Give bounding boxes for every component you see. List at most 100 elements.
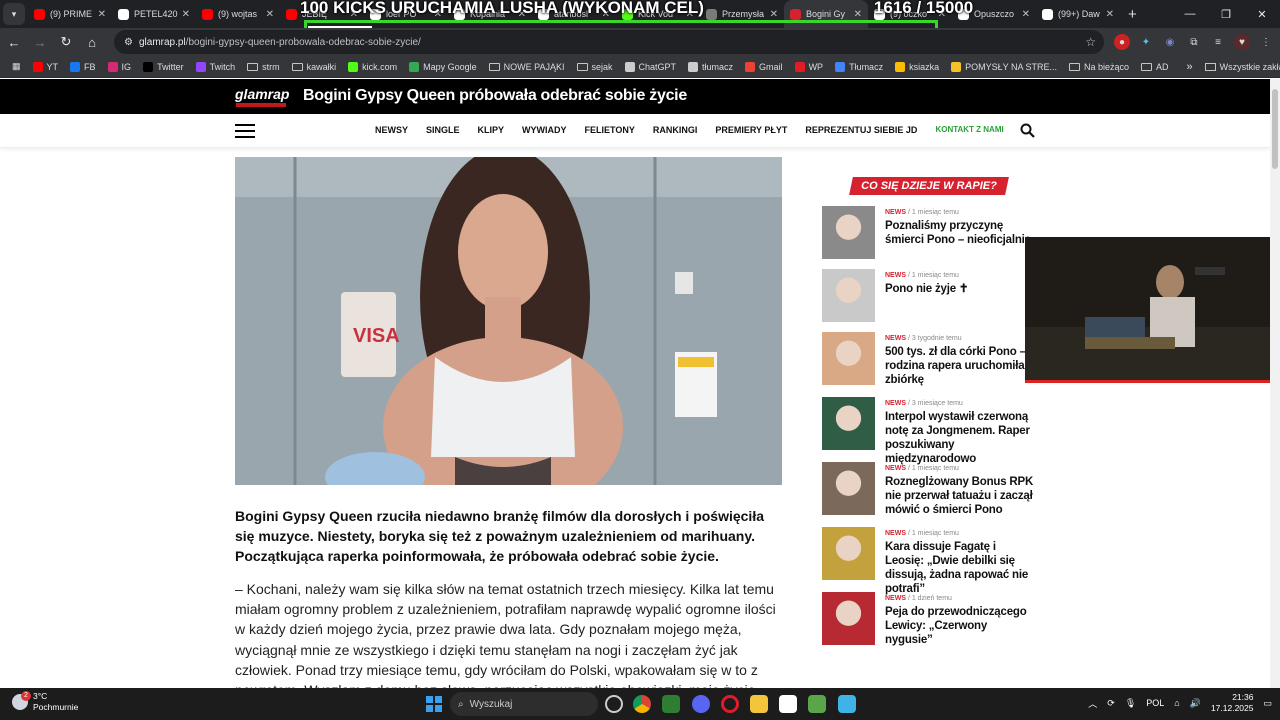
app-icon[interactable] [808,695,826,713]
nav-item[interactable]: KLIPY [478,125,505,135]
news-title[interactable]: Pono nie żyje ✝ [885,282,1035,296]
record-extension-icon[interactable]: ● [1114,34,1130,50]
news-title[interactable]: Rozneglżowany Bonus RPK nie przerwał tat… [885,475,1035,517]
nav-item[interactable]: WYWIADY [522,125,567,135]
bookmark-item[interactable]: Twitch [190,61,242,72]
address-bar[interactable]: ⚙ glamrap.pl/bogini-gypsy-queen-probowal… [114,30,1104,54]
extension-icon[interactable]: ◉ [1162,34,1178,50]
news-category[interactable]: NEWS [885,595,906,602]
bookmarks-overflow-icon[interactable]: » [1175,61,1205,73]
nav-item[interactable]: FELIETONY [585,125,635,135]
bookmark-item[interactable]: POMYSŁY NA STRE... [945,61,1063,72]
news-thumbnail[interactable] [822,462,875,515]
network-icon[interactable]: ⌂ [1174,698,1179,708]
clock[interactable]: 21:36 17.12.2025 [1211,692,1254,714]
browser-tab[interactable]: (99+) Daw ✕ [1036,0,1120,28]
nav-item[interactable]: REPREZENTUJ SIEBIE JD [805,125,917,135]
microphone-icon[interactable]: 🎙 [1125,698,1136,709]
news-title[interactable]: Poznaliśmy przyczynę śmierci Pono – nieo… [885,219,1035,247]
news-thumbnail[interactable] [822,527,875,580]
bookmark-item[interactable]: ChatGPT [619,61,683,72]
news-title[interactable]: Kara dissuje Fagatę i Leosię: „Dwie debi… [885,540,1035,596]
browser-tab[interactable]: (9) wojtas ✕ [196,0,280,28]
page-scrollbar[interactable] [1270,79,1280,688]
apps-grid-icon[interactable]: ▦ [6,61,27,72]
reload-icon[interactable]: ↻ [54,30,78,54]
bookmark-item[interactable]: FB [64,61,102,72]
close-tab-icon[interactable]: ✕ [182,9,190,20]
nav-item[interactable]: NEWSY [375,125,408,135]
capcut-icon[interactable] [779,695,797,713]
close-tab-icon[interactable]: ✕ [1106,9,1114,20]
reading-list-icon[interactable]: ≡ [1210,34,1226,50]
notepad-icon[interactable] [838,695,856,713]
bookmark-item[interactable]: sejak [571,62,619,72]
chrome-icon[interactable] [633,695,651,713]
taskview-icon[interactable] [605,695,623,713]
forward-icon[interactable]: → [28,30,52,54]
bookmark-item[interactable]: Tłumacz [829,61,889,72]
browser-tab[interactable]: PETEL420 ✕ [112,0,196,28]
news-thumbnail[interactable] [822,592,875,645]
news-category[interactable]: NEWS [885,465,906,472]
puzzle-icon[interactable]: ⧉ [1186,34,1202,50]
bookmark-item[interactable]: Mapy Google [403,61,483,72]
news-category[interactable]: NEWS [885,400,906,407]
news-title[interactable]: Peja do przewodniczącego Lewicy: „Czerwo… [885,605,1035,647]
search-icon[interactable] [1020,123,1035,141]
chevron-up-icon[interactable]: ︿ [1088,697,1097,710]
news-category[interactable]: NEWS [885,272,906,279]
file-explorer-icon[interactable] [750,695,768,713]
bookmark-item[interactable]: Twitter [137,61,190,72]
close-tab-icon[interactable]: ✕ [266,9,274,20]
new-tab-button[interactable]: + [1120,6,1145,23]
minimize-icon[interactable]: — [1172,0,1208,28]
scrollbar-thumb[interactable] [1272,89,1278,169]
nav-item[interactable]: PREMIERY PŁYT [715,125,787,135]
nav-item-contact[interactable]: KONTAKT Z NAMI [935,125,1003,135]
opera-icon[interactable] [721,695,739,713]
language-indicator[interactable]: POL [1146,698,1164,708]
close-icon[interactable]: ✕ [1244,0,1280,28]
back-icon[interactable]: ← [2,30,26,54]
news-title[interactable]: Interpol wystawił czerwoną notę za Jongm… [885,410,1035,466]
sync-icon[interactable]: ⟳ [1107,698,1115,709]
browser-tab[interactable]: (9) PRIME ✕ [28,0,112,28]
close-tab-icon[interactable]: ✕ [98,9,106,20]
start-windows-icon[interactable] [426,696,442,712]
discord-icon[interactable] [692,695,710,713]
restore-icon[interactable]: ❐ [1208,0,1244,28]
nav-item[interactable]: SINGLE [426,125,460,135]
close-tab-icon[interactable]: ✕ [1022,9,1030,20]
bookmark-item[interactable]: NOWE PAJĄKI [483,62,571,72]
weather-widget[interactable]: 2 3°C Pochmurnie [12,691,78,713]
bookmark-item[interactable]: Na bieżąco [1063,62,1135,72]
news-thumbnail[interactable] [822,269,875,322]
bookmark-item[interactable]: YT [27,61,65,72]
tab-search-dropdown[interactable]: ▾ [3,3,25,25]
notifications-icon[interactable]: ▭ [1263,698,1272,709]
bookmark-item[interactable]: strm [241,62,286,72]
news-thumbnail[interactable] [822,397,875,450]
bookmark-item[interactable]: ksiazka [889,61,945,72]
news-thumbnail[interactable] [822,206,875,259]
news-thumbnail[interactable] [822,332,875,385]
extension-icon[interactable]: ✦ [1138,34,1154,50]
news-title[interactable]: 500 tys. zł dla córki Pono – rodzina rap… [885,345,1035,387]
bookmark-item[interactable]: Gmail [739,61,789,72]
news-category[interactable]: NEWS [885,335,906,342]
home-icon[interactable]: ⌂ [80,30,104,54]
bookmark-star-icon[interactable]: ☆ [1085,35,1096,49]
bookmark-item[interactable]: AD [1135,62,1175,72]
brave-icon[interactable] [662,695,680,713]
profile-avatar[interactable]: ♥ [1234,34,1250,50]
hamburger-menu-icon[interactable] [235,124,255,142]
menu-dots-icon[interactable]: ⋮ [1258,34,1274,50]
bookmark-item[interactable]: WP [789,61,830,72]
site-info-icon[interactable]: ⚙ [124,37,133,48]
nav-item[interactable]: RANKINGI [653,125,698,135]
site-logo[interactable]: glamrap [235,86,289,102]
volume-icon[interactable]: 🔊 [1190,698,1201,709]
news-category[interactable]: NEWS [885,530,906,537]
bookmark-item[interactable]: IG [102,61,138,72]
